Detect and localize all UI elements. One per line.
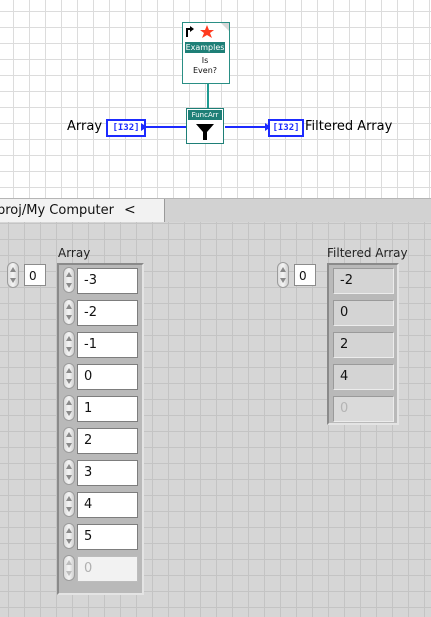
array-element-1[interactable]: -2 bbox=[77, 300, 138, 326]
input-array-label: Array bbox=[67, 119, 103, 134]
project-path-bar: proj/My Computer < bbox=[0, 198, 431, 222]
input-wire[interactable] bbox=[146, 126, 186, 128]
array-index-field[interactable]: 0 bbox=[24, 264, 46, 286]
output-terminal-type: [I32] bbox=[272, 123, 300, 133]
filtered-array-index-field[interactable]: 0 bbox=[294, 264, 316, 286]
array-element-7[interactable]: 4 bbox=[77, 492, 138, 518]
array-element-8[interactable]: 5 bbox=[77, 524, 138, 550]
output-wire[interactable] bbox=[225, 126, 266, 128]
array-index-spinner[interactable] bbox=[7, 262, 19, 288]
output-array-terminal[interactable]: [I32] bbox=[268, 119, 304, 137]
input-array-terminal[interactable]: [I32] bbox=[106, 119, 146, 137]
array-element-0[interactable]: -3 bbox=[77, 268, 138, 294]
element-spinner[interactable] bbox=[63, 267, 75, 293]
block-diagram: Examples Is Even? FuncArr Array [I32] [I… bbox=[0, 0, 431, 198]
element-spinner[interactable] bbox=[63, 555, 75, 581]
element-spinner[interactable] bbox=[63, 491, 75, 517]
front-panel: Array 0 -3 -2 -1 0 1 2 3 4 5 0 Filtered … bbox=[0, 222, 431, 617]
element-spinner[interactable] bbox=[63, 331, 75, 357]
element-spinner[interactable] bbox=[63, 395, 75, 421]
filtered-element-3: 4 bbox=[333, 364, 394, 390]
vi-header: Examples bbox=[185, 42, 225, 53]
is-even-vi-icon[interactable]: Examples Is Even? bbox=[182, 22, 230, 84]
filtered-element-2: 2 bbox=[333, 332, 394, 358]
array-element-3[interactable]: 0 bbox=[77, 364, 138, 390]
project-path-label: proj/My Computer bbox=[0, 203, 114, 218]
output-array-label: Filtered Array bbox=[305, 119, 393, 134]
filtered-element-1: 0 bbox=[333, 300, 394, 326]
array-element-6[interactable]: 3 bbox=[77, 460, 138, 486]
filtered-element-0: -2 bbox=[333, 268, 394, 294]
element-spinner[interactable] bbox=[63, 427, 75, 453]
array-element-4[interactable]: 1 bbox=[77, 396, 138, 422]
project-path-tab[interactable]: proj/My Computer < bbox=[0, 199, 165, 222]
element-spinner[interactable] bbox=[63, 363, 75, 389]
array-element-empty[interactable]: 0 bbox=[77, 556, 138, 582]
filtered-array-label: Filtered Array bbox=[327, 246, 408, 260]
filtered-array-index-spinner[interactable] bbox=[277, 262, 289, 288]
array-element-5[interactable]: 2 bbox=[77, 428, 138, 454]
array-control-label: Array bbox=[58, 246, 91, 260]
element-spinner[interactable] bbox=[63, 523, 75, 549]
function-node-header: FuncArr bbox=[188, 110, 222, 120]
element-spinner[interactable] bbox=[63, 299, 75, 325]
filter-icon bbox=[196, 124, 214, 140]
vi-line-1: Is bbox=[201, 56, 209, 65]
input-terminal-arrow-icon bbox=[141, 123, 147, 131]
array-element-2[interactable]: -1 bbox=[77, 332, 138, 358]
chevron-left-icon[interactable]: < bbox=[124, 199, 136, 222]
vi-line-2: Even? bbox=[192, 66, 218, 75]
input-terminal-type: [I32] bbox=[112, 123, 140, 133]
vi-reference-wire[interactable] bbox=[207, 84, 209, 109]
filtered-element-empty: 0 bbox=[333, 396, 394, 422]
filter-function-node[interactable]: FuncArr bbox=[186, 108, 224, 144]
element-spinner[interactable] bbox=[63, 459, 75, 485]
vi-reference-icon bbox=[186, 23, 229, 38]
